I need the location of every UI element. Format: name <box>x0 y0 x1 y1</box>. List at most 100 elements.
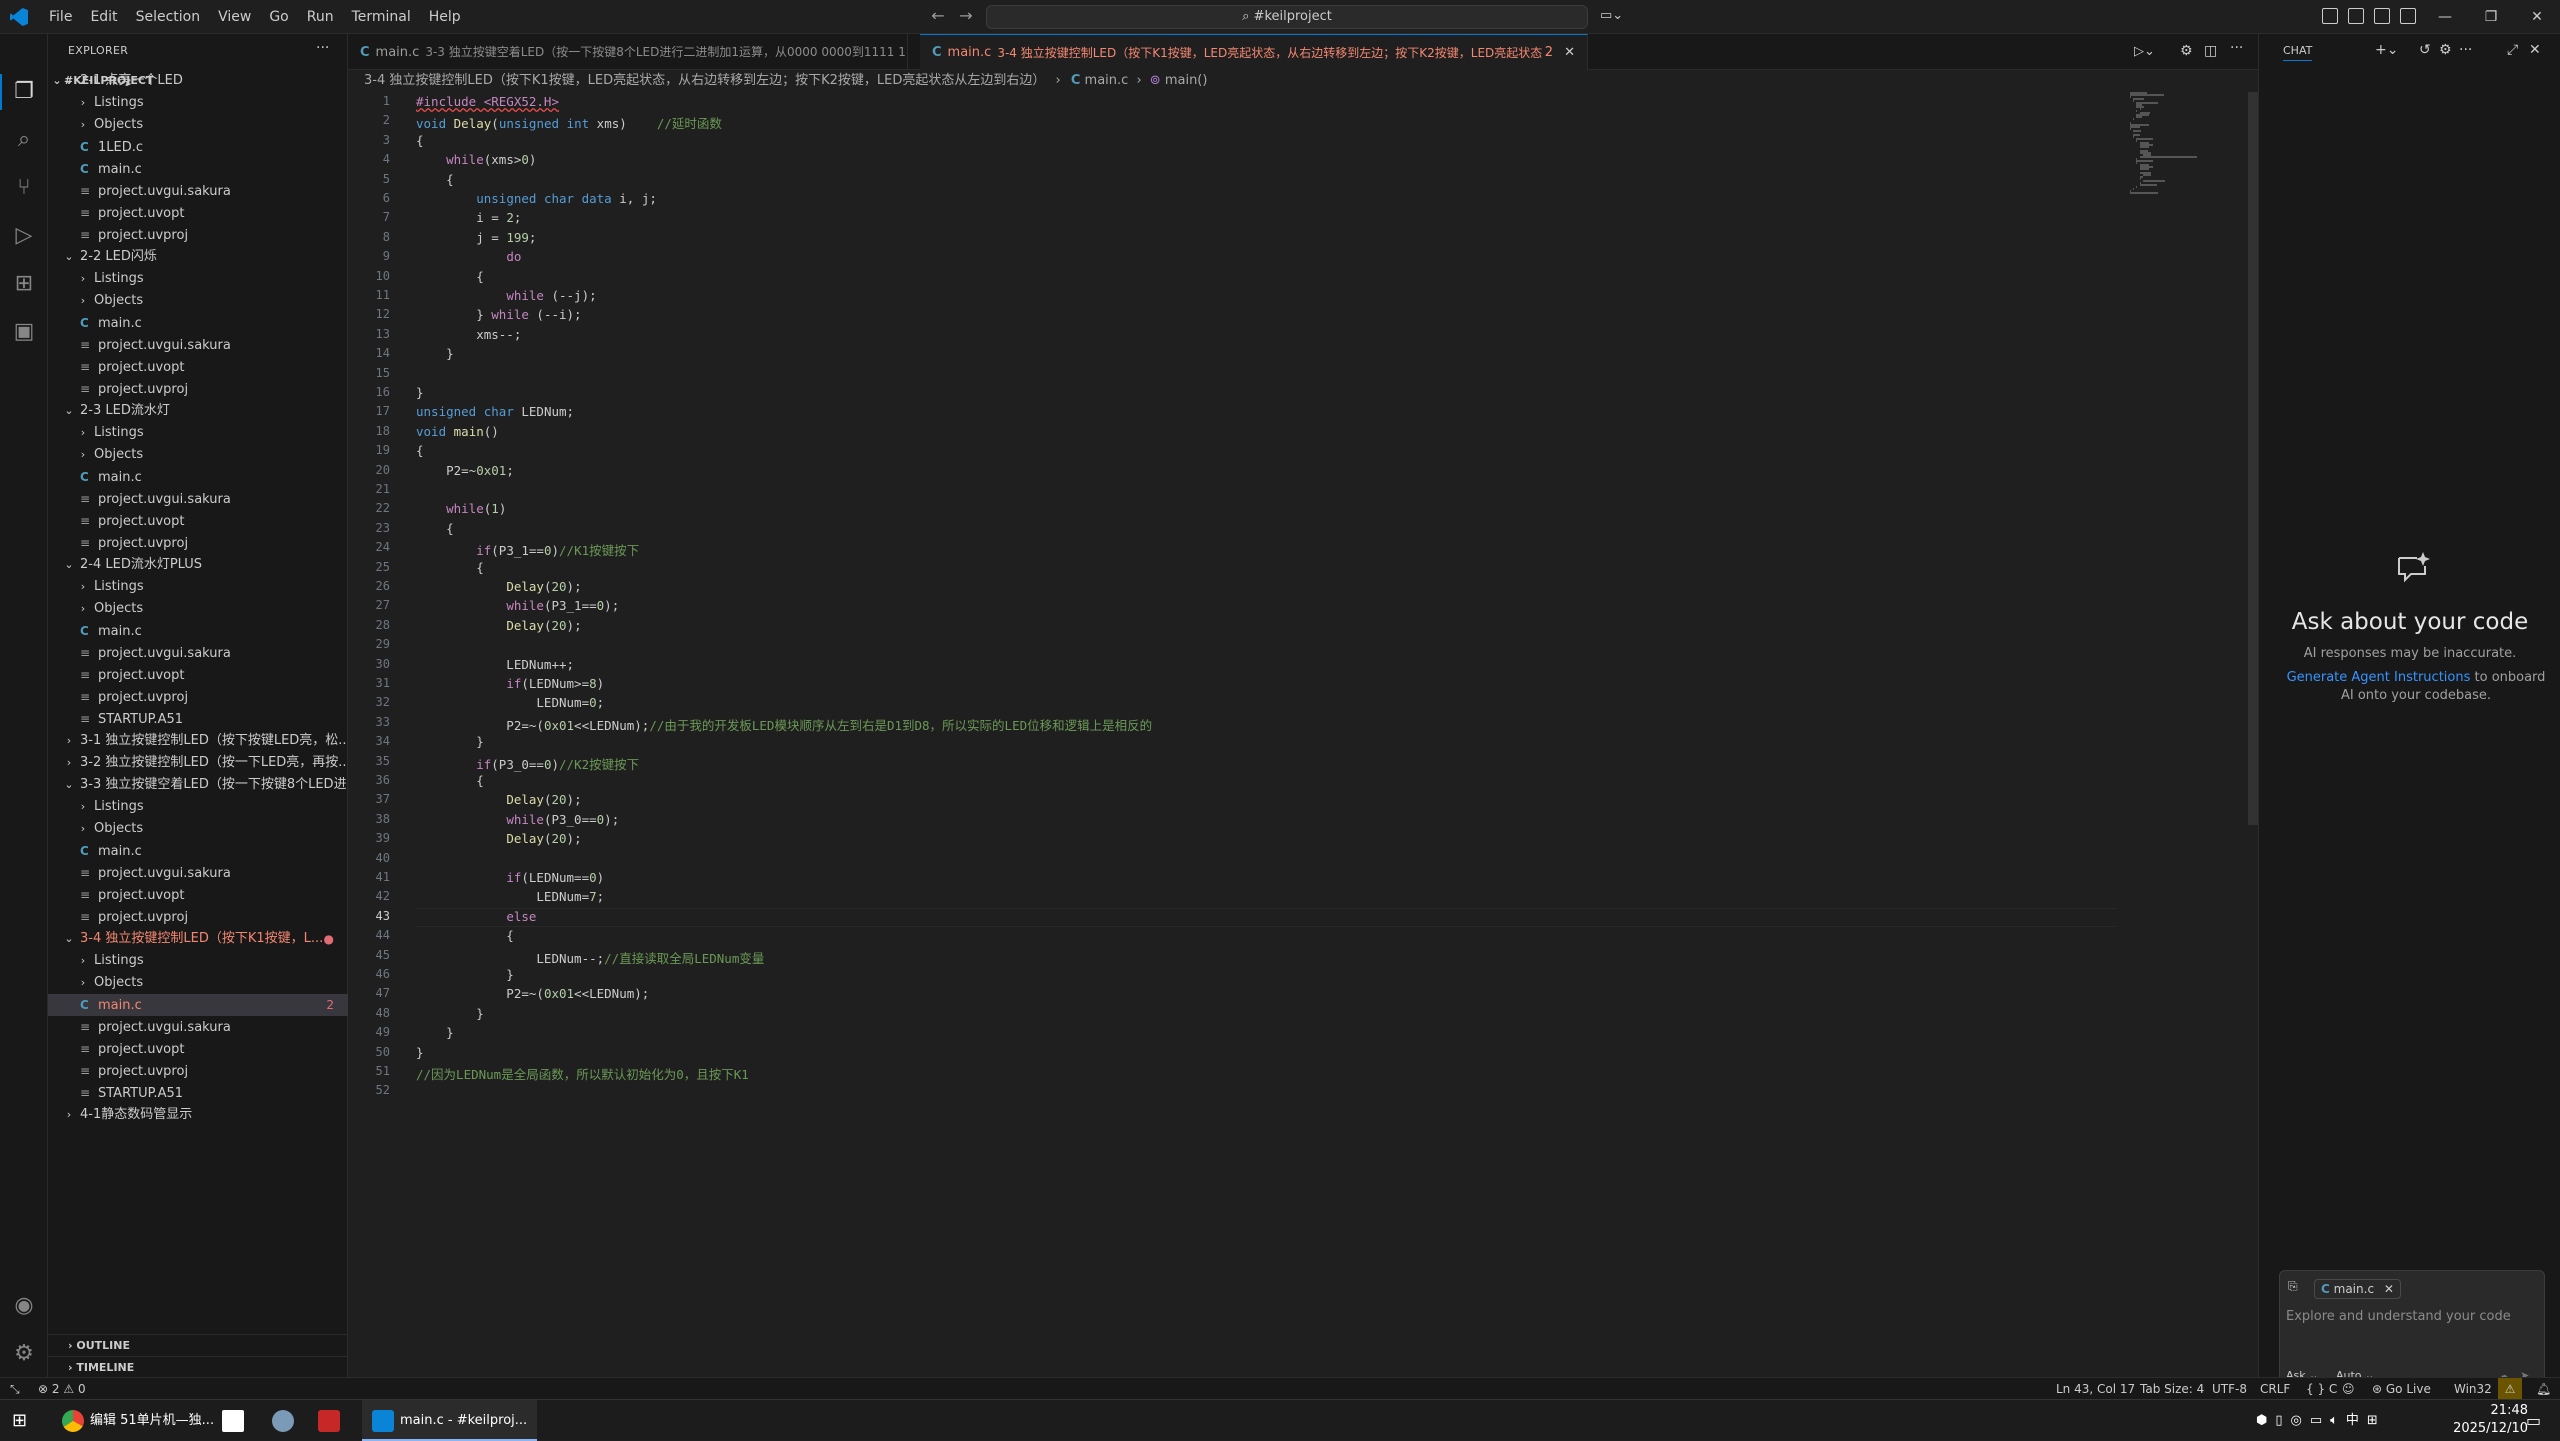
tree-item[interactable]: ≡ project.uvproj <box>48 1060 348 1082</box>
code-line[interactable]: while(xms>0) <box>416 152 536 167</box>
context-chip[interactable]: C main.c ✕ <box>2314 1279 2401 1299</box>
start-icon[interactable]: ⊞ <box>12 1400 27 1441</box>
code-line[interactable]: LEDNum--;//直接读取全局LEDNum变量 <box>416 948 764 967</box>
encoding[interactable]: UTF-8 <box>2212 1378 2247 1400</box>
menu-view[interactable]: View <box>209 0 260 34</box>
code-line[interactable]: } <box>416 1045 424 1060</box>
tree-item[interactable]: ≡ project.uvopt <box>48 202 348 224</box>
code-line[interactable]: while (--j); <box>416 288 596 303</box>
code-line[interactable]: unsigned char data i, j; <box>416 191 657 206</box>
minimap[interactable] <box>2130 92 2250 202</box>
layout-customize-icon[interactable] <box>2322 8 2338 24</box>
accounts-icon[interactable]: ◉ <box>10 1292 38 1320</box>
attach-icon[interactable]: ⎘ <box>2288 1279 2298 1294</box>
notifications-icon[interactable]: 🔔︎ <box>2536 1378 2551 1400</box>
code-line[interactable]: { <box>416 928 514 943</box>
chat-settings-icon[interactable]: ⚙ <box>2439 42 2452 58</box>
tree-item[interactable]: › 3-2 独立按键控制LED（按一下LED亮，再按... <box>48 752 348 774</box>
generate-instructions-link[interactable]: Generate Agent Instructions <box>2287 670 2471 685</box>
code-line[interactable]: P2=~(0x01<<LEDNum); <box>416 986 649 1001</box>
remote-icon[interactable]: ⤡ <box>10 1378 20 1400</box>
tab-main-c-3-4[interactable]: Cmain.c 3-4 独立按键控制LED（按下K1按键，LED亮起状态，从右边转… <box>920 34 1588 70</box>
tree-item[interactable]: ≡ project.uvopt <box>48 664 348 686</box>
tree-item[interactable]: › Objects <box>48 818 348 840</box>
vertical-scrollbar[interactable] <box>2248 92 2258 825</box>
code-line[interactable]: if(LEDNum>=8) <box>416 676 604 691</box>
tree-item[interactable]: ≡ project.uvopt <box>48 356 348 378</box>
tree-item[interactable]: ≡ project.uvgui.sakura <box>48 1016 348 1038</box>
tree-item[interactable]: › Objects <box>48 114 348 136</box>
tree-item[interactable]: ≡ project.uvopt <box>48 1038 348 1060</box>
code-line[interactable]: void main() <box>416 424 499 439</box>
code-line[interactable]: else <box>416 909 536 924</box>
code-line[interactable]: { <box>416 269 484 284</box>
warning-status-icon[interactable]: ⚠ <box>2498 1378 2522 1400</box>
go-live[interactable]: ⊛ Go Live <box>2372 1378 2431 1400</box>
code-line[interactable]: P2=~0x01; <box>416 463 514 478</box>
platform[interactable]: Win32 <box>2454 1378 2492 1400</box>
tree-item[interactable]: Cmain.c <box>48 312 348 334</box>
toggle-panel-icon[interactable] <box>2374 8 2390 24</box>
menu-file[interactable]: File <box>40 0 81 34</box>
code-line[interactable]: } <box>416 734 484 749</box>
taskbar-app4[interactable] <box>318 1400 346 1441</box>
tree-item[interactable]: ≡ project.uvproj <box>48 532 348 554</box>
tree-item[interactable]: › Listings <box>48 796 348 818</box>
copilot-status-icon[interactable]: ☺ <box>2342 1378 2355 1400</box>
tree-item[interactable]: ⌄ 2-1 点亮一个LED <box>48 70 348 92</box>
tree-item[interactable]: › Listings <box>48 950 348 972</box>
tree-item[interactable]: ⌄ 3-3 独立按键空着LED（按一下按键8个LED进... <box>48 774 348 796</box>
more-actions-icon[interactable]: ··· <box>316 40 329 56</box>
restore-icon[interactable]: ❐ <box>2468 0 2514 34</box>
code-line[interactable]: } <box>416 1025 454 1040</box>
remote-explorer-icon[interactable]: ▣ <box>10 318 38 346</box>
tree-item[interactable]: › Listings <box>48 576 348 598</box>
code-line[interactable]: if(P3_1==0)//K1按键按下 <box>416 540 639 559</box>
tree-item[interactable]: Cmain.c <box>48 158 348 180</box>
split-editor-icon[interactable]: ◫ <box>2204 43 2217 59</box>
tree-item[interactable]: ⌄ 3-4 独立按键控制LED（按下K1按键，L... ● <box>48 928 348 950</box>
tree-item[interactable]: ⌄ 2-4 LED流水灯PLUS <box>48 554 348 576</box>
remove-chip-icon[interactable]: ✕ <box>2384 1282 2394 1296</box>
code-line[interactable]: { <box>416 133 424 148</box>
tree-item[interactable]: ≡ STARTUP.A51 <box>48 708 348 730</box>
close-window-icon[interactable]: ✕ <box>2514 0 2560 34</box>
menu-terminal[interactable]: Terminal <box>343 0 420 34</box>
chat-input-placeholder[interactable]: Explore and understand your code <box>2286 1309 2511 1324</box>
code-line[interactable]: { <box>416 172 454 187</box>
tree-item[interactable]: › Objects <box>48 444 348 466</box>
tree-item[interactable]: Cmain.c 2 <box>48 994 348 1016</box>
close-tab-icon[interactable]: ✕ <box>1564 35 1575 70</box>
code-line[interactable]: do <box>416 249 521 264</box>
menu-help[interactable]: Help <box>420 0 470 34</box>
source-control-icon[interactable]: ⑂ <box>10 174 38 202</box>
tree-item[interactable]: ≡ STARTUP.A51 <box>48 1082 348 1104</box>
code-line[interactable]: } while (--i); <box>416 307 581 322</box>
toggle-primary-sidebar-icon[interactable] <box>2348 8 2364 24</box>
notification-center-icon[interactable]: ▭ <box>2526 1400 2541 1441</box>
tree-item[interactable]: › 4-1静态数码管显示 <box>48 1104 348 1126</box>
tree-item[interactable]: ≡ project.uvproj <box>48 378 348 400</box>
code-line[interactable]: unsigned char LEDNum; <box>416 404 574 419</box>
menu-edit[interactable]: Edit <box>81 0 126 34</box>
code-line[interactable]: { <box>416 443 424 458</box>
cursor-position[interactable]: Ln 43, Col 17 <box>2056 1378 2135 1400</box>
tree-item[interactable]: ≡ project.uvgui.sakura <box>48 642 348 664</box>
code-line[interactable]: Delay(20); <box>416 618 581 633</box>
breadcrumb-symbol[interactable]: main() <box>1165 73 1208 88</box>
code-line[interactable]: while(1) <box>416 501 506 516</box>
code-line[interactable]: { <box>416 521 454 536</box>
line-ending[interactable]: CRLF <box>2260 1378 2290 1400</box>
tree-item[interactable]: › Objects <box>48 290 348 312</box>
code-line[interactable]: LEDNum=7; <box>416 889 604 904</box>
code-line[interactable]: } <box>416 1006 484 1021</box>
maximize-icon[interactable]: ⤢ <box>2507 42 2518 58</box>
tree-item[interactable]: ≡ project.uvgui.sakura <box>48 180 348 202</box>
tree-item[interactable]: ≡ project.uvgui.sakura <box>48 862 348 884</box>
tree-item[interactable]: ≡ project.uvgui.sakura <box>48 334 348 356</box>
run-debug-icon[interactable]: ▷ <box>10 222 38 250</box>
tree-item[interactable]: ≡ project.uvproj <box>48 224 348 246</box>
code-line[interactable]: while(P3_0==0); <box>416 812 619 827</box>
search-view-icon[interactable]: ⌕ <box>10 126 38 154</box>
tree-item[interactable]: ≡ project.uvproj <box>48 906 348 928</box>
